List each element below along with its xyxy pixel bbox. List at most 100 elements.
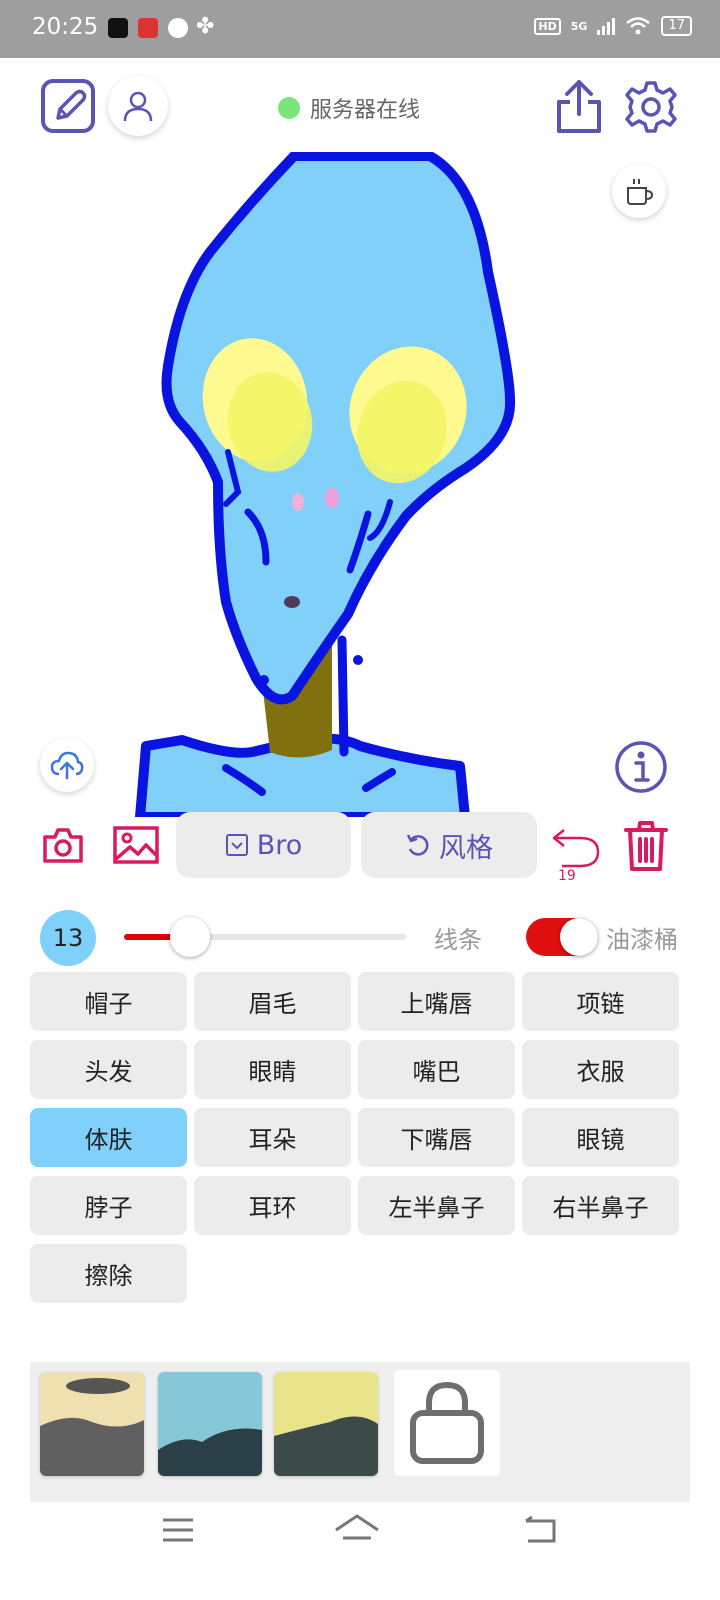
pinwheel-icon: ✤ [196, 14, 215, 39]
tiktok-icon [108, 18, 128, 38]
status-time: 20:25 [32, 14, 99, 40]
undo-count: 19 [558, 868, 576, 884]
cloud-upload-icon [50, 751, 84, 780]
part-button[interactable]: 耳朵 [194, 1108, 351, 1167]
clear-button[interactable] [622, 818, 670, 874]
back-icon [525, 1515, 556, 1543]
server-status: 服务器在线 [278, 92, 420, 124]
toggle-knob [560, 918, 598, 956]
style-preview-image [40, 1372, 144, 1476]
compass-icon [168, 18, 188, 38]
part-label: 左半鼻子 [388, 1194, 485, 1222]
part-button[interactable]: 帽子 [30, 972, 187, 1031]
style-thumbnail[interactable] [274, 1372, 378, 1476]
part-label: 眉毛 [248, 990, 297, 1018]
style-thumbnail[interactable] [40, 1372, 144, 1476]
part-label: 体肤 [84, 1126, 133, 1154]
style-preview-image [274, 1372, 378, 1476]
style-button[interactable]: 风格 [361, 812, 537, 878]
part-button-selected[interactable]: 体肤 [30, 1108, 187, 1167]
server-status-label: 服务器在线 [310, 98, 421, 123]
share-icon [557, 80, 601, 133]
edit-icon [41, 79, 95, 133]
drawing-canvas[interactable] [30, 152, 690, 817]
style-thumbnail-strip [30, 1362, 690, 1502]
part-label: 衣服 [576, 1058, 625, 1086]
style-thumbnail[interactable] [158, 1372, 262, 1476]
part-button[interactable]: 眉毛 [194, 972, 351, 1031]
user-icon [123, 91, 153, 122]
part-label: 擦除 [84, 1262, 133, 1290]
style-preview-image [158, 1372, 262, 1476]
brush-size-badge: 13 [40, 910, 96, 966]
part-label: 项链 [576, 990, 625, 1018]
part-button[interactable]: 衣服 [522, 1040, 679, 1099]
line-mode-label: 线条 [434, 926, 482, 954]
part-button[interactable]: 项链 [522, 972, 679, 1031]
camera-button[interactable] [40, 822, 86, 868]
home-nav-button[interactable] [334, 1510, 380, 1550]
battery-indicator: 17 [661, 16, 692, 36]
edit-button[interactable] [40, 78, 96, 134]
signal-icon [597, 17, 616, 35]
back-nav-button[interactable] [520, 1510, 560, 1550]
profile-button[interactable] [108, 76, 168, 136]
share-button[interactable] [554, 78, 604, 134]
menu-icon [163, 1518, 193, 1542]
style-select-button[interactable]: Bro [176, 812, 351, 878]
locked-style[interactable] [394, 1370, 500, 1476]
upload-button[interactable] [40, 738, 94, 792]
refresh-icon [406, 834, 429, 856]
part-label: 耳朵 [248, 1126, 297, 1154]
info-button[interactable] [614, 740, 668, 794]
part-label: 眼睛 [248, 1058, 297, 1086]
part-label: 嘴巴 [412, 1058, 461, 1086]
style-select-label: Bro [256, 829, 303, 861]
part-label: 头发 [84, 1058, 133, 1086]
undo-button[interactable] [548, 822, 602, 868]
drawing [135, 152, 516, 817]
brush-size-slider[interactable] [124, 917, 406, 957]
status-bar: 20:25 ✤ HD 5G 17 [0, 0, 720, 58]
part-button[interactable]: 嘴巴 [358, 1040, 515, 1099]
part-label: 眼镜 [576, 1126, 625, 1154]
erase-button[interactable]: 擦除 [30, 1244, 187, 1303]
settings-button[interactable] [624, 80, 678, 134]
part-button[interactable]: 下嘴唇 [358, 1108, 515, 1167]
camera-icon [43, 828, 83, 863]
bucket-toggle[interactable] [526, 918, 598, 956]
part-button[interactable]: 右半鼻子 [522, 1176, 679, 1235]
part-label: 上嘴唇 [400, 990, 473, 1018]
part-button[interactable]: 耳环 [194, 1176, 351, 1235]
info-icon [615, 741, 667, 793]
part-label: 帽子 [84, 990, 133, 1018]
network-type: 5G [570, 19, 588, 33]
part-label: 右半鼻子 [552, 1194, 649, 1222]
gallery-button[interactable] [112, 822, 160, 868]
style-button-label: 风格 [439, 832, 493, 864]
trash-icon [624, 821, 668, 871]
status-indicators: HD 5G 17 [534, 16, 692, 36]
system-nav-bar [0, 1510, 720, 1600]
part-button[interactable]: 上嘴唇 [358, 972, 515, 1031]
menu-nav-button[interactable] [158, 1510, 198, 1550]
tool-row: Bro 风格 [0, 812, 720, 894]
part-button[interactable]: 头发 [30, 1040, 187, 1099]
part-button[interactable]: 左半鼻子 [358, 1176, 515, 1235]
part-label: 脖子 [84, 1194, 133, 1222]
chevron-box-icon [225, 834, 248, 856]
lock-icon [410, 1381, 484, 1464]
part-button[interactable]: 眼镜 [522, 1108, 679, 1167]
online-indicator [278, 97, 300, 119]
bucket-mode-label: 油漆桶 [606, 926, 678, 954]
home-icon [335, 1514, 379, 1540]
hd-badge: HD [534, 17, 561, 35]
app-notification-icon [138, 18, 158, 38]
wifi-icon [626, 17, 651, 35]
slider-thumb[interactable] [170, 917, 210, 957]
settings-icon [625, 81, 677, 133]
image-icon [113, 826, 159, 864]
undo-icon [552, 829, 600, 868]
part-button[interactable]: 眼睛 [194, 1040, 351, 1099]
part-button[interactable]: 脖子 [30, 1176, 187, 1235]
